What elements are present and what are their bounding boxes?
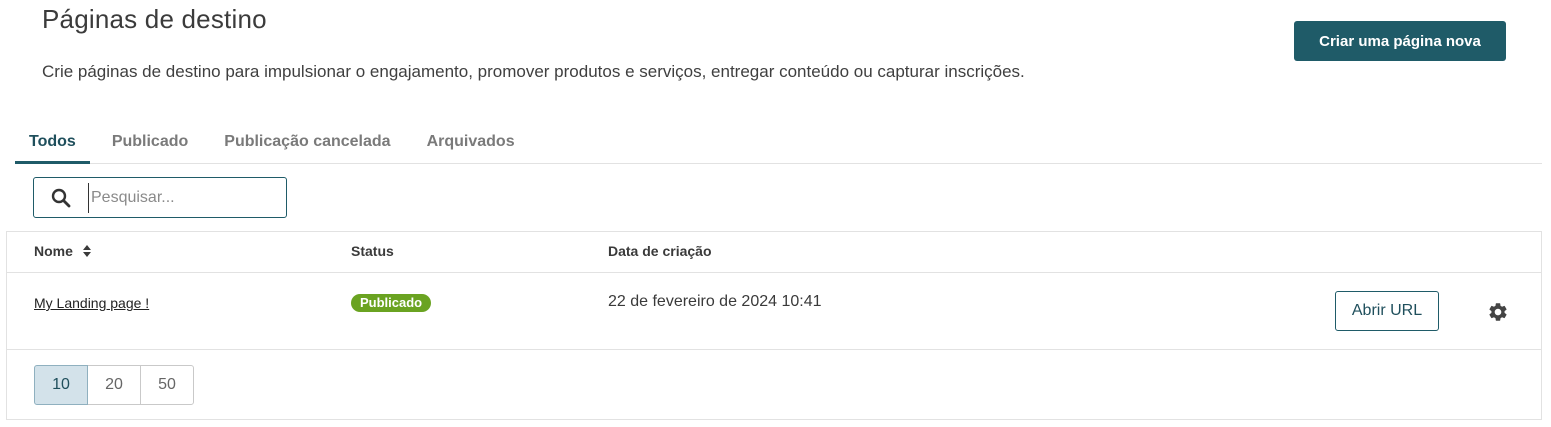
page-subtitle: Crie páginas de destino para impulsionar… bbox=[42, 62, 1025, 81]
table-row: My Landing page ! Publicado 22 de fevere… bbox=[7, 273, 1541, 350]
gear-icon[interactable] bbox=[1487, 301, 1509, 323]
status-badge: Publicado bbox=[351, 294, 432, 312]
page-size-10[interactable]: 10 bbox=[34, 365, 88, 405]
tab-all[interactable]: Todos bbox=[15, 120, 90, 164]
page-size-50[interactable]: 50 bbox=[140, 365, 194, 405]
page-title: Páginas de destino bbox=[42, 4, 267, 34]
search-icon bbox=[34, 177, 88, 218]
column-name-label: Nome bbox=[34, 243, 73, 259]
create-page-button[interactable]: Criar uma página nova bbox=[1294, 21, 1506, 61]
tab-bar: Todos Publicado Publicação cancelada Arq… bbox=[15, 120, 1542, 164]
tab-unpublished[interactable]: Publicação cancelada bbox=[210, 120, 404, 164]
landing-pages-table: Nome Status Data de criação My Landing p… bbox=[6, 231, 1542, 420]
tab-published[interactable]: Publicado bbox=[98, 120, 202, 164]
column-name[interactable]: Nome bbox=[34, 243, 91, 260]
created-date: 22 de fevereiro de 2024 10:41 bbox=[608, 293, 822, 310]
tab-archived[interactable]: Arquivados bbox=[413, 120, 529, 164]
landing-page-name-link[interactable]: My Landing page ! bbox=[34, 295, 149, 311]
search-input[interactable] bbox=[88, 182, 278, 213]
open-url-button[interactable]: Abrir URL bbox=[1335, 291, 1439, 331]
search-box bbox=[33, 177, 287, 218]
column-created: Data de criação bbox=[608, 243, 712, 259]
table-header: Nome Status Data de criação bbox=[7, 232, 1541, 273]
column-status: Status bbox=[351, 243, 394, 259]
page-size-20[interactable]: 20 bbox=[87, 365, 141, 405]
page-size-selector: 10 20 50 bbox=[34, 365, 194, 405]
sort-icon[interactable] bbox=[82, 244, 91, 260]
